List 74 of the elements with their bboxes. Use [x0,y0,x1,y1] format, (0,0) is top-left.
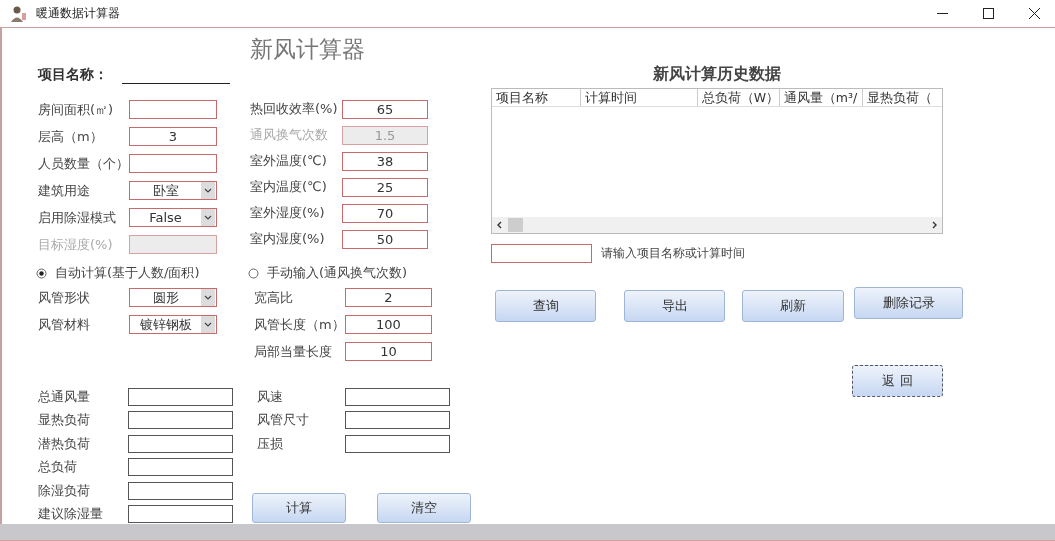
field-label: 风管材料 [38,315,91,334]
input-field[interactable]: 65 [342,99,428,119]
history-title: 新风计算历史数据 [652,64,782,85]
field-label: 目标湿度(%) [38,235,114,254]
field-label: 风管形状 [38,288,91,307]
input-field[interactable]: 70 [342,203,428,223]
input-field[interactable]: 2 [345,288,432,307]
input-field[interactable]: 3 [129,127,217,146]
caret-icon [201,289,215,306]
result-label: 除湿负荷 [38,481,91,500]
dropdown[interactable]: 圆形 [129,288,217,307]
result-label: 总负荷 [38,458,78,477]
result-label: 总通风量 [38,387,91,406]
field-label: 宽高比 [254,288,294,307]
dropdown-value: 卧室 [151,181,180,200]
input-field[interactable]: 38 [342,151,428,171]
field-label: 室内温度(℃) [250,178,328,196]
result-label: 显热负荷 [38,411,91,430]
field-label: 人员数量（个） [38,154,129,173]
dropdown[interactable]: 卧室 [129,181,217,200]
form-heading: 新风计算器 [250,35,366,64]
action-button[interactable]: 计算 [252,492,346,523]
input-field[interactable]: 10 [345,342,432,361]
field-label: 室外湿度(%) [250,204,326,222]
dropdown-value: 圆形 [151,288,180,307]
result-label: 风管尺寸 [257,411,310,430]
history-button[interactable]: 刷新 [742,290,844,322]
person-icon [10,4,28,23]
caret-icon [201,209,215,226]
field-label: 通风换气次数 [250,126,329,144]
history-button[interactable]: 查询 [495,290,596,322]
input-field[interactable]: 50 [342,229,428,249]
dropdown[interactable]: False [129,208,217,227]
column-header[interactable]: 计算时间 [581,89,698,106]
search-field[interactable] [491,244,592,263]
close-icon[interactable] [1029,8,1040,19]
back-button[interactable]: 返 回 [852,365,943,397]
input-field[interactable]: 100 [345,315,432,334]
window-title: 暖通数据计算器 [36,5,120,22]
field-label: 层高（m） [38,127,104,146]
result-label: 压损 [257,434,284,453]
search-hint: 请输入项目名称或计算时间 [601,245,745,262]
column-header[interactable]: 显热负荷（ [862,89,942,106]
dropdown-value: False [148,210,183,225]
dropdown-value: 镀锌钢板 [138,315,193,334]
result-label: 风速 [257,387,284,406]
field-label: 室外温度(℃) [250,152,328,170]
input-field[interactable] [129,100,217,119]
caret-icon [201,182,215,199]
input-field[interactable] [129,154,217,173]
field-label: 建筑用途 [38,181,91,200]
history-button[interactable]: 删除记录 [854,287,963,319]
field-label: 热回收效率(%) [250,100,339,118]
field-label: 局部当量长度 [254,342,333,361]
result-label: 建议除湿量 [38,505,104,524]
project-label: 项目名称： [38,66,109,84]
field-label: 房间面积(㎡) [38,100,115,119]
field-label: 风管长度（m） [254,315,345,334]
history-button[interactable]: 导出 [624,290,725,322]
radio-button[interactable]: 自动计算(基于人数/面积) [36,264,248,282]
scrollbar-thumb[interactable] [508,218,523,232]
field-label: 室内湿度(%) [250,230,326,248]
caret-icon [201,316,215,333]
horizontal-scrollbar[interactable] [492,217,942,233]
column-header[interactable]: 项目名称 [492,89,582,106]
radio-button[interactable]: 手动输入(通风换气次数) [248,264,460,282]
input-field[interactable]: 25 [342,177,428,197]
column-header[interactable]: 总负荷（W） [697,89,780,106]
result-label: 潜热负荷 [38,434,91,453]
action-button[interactable]: 清空 [377,492,471,523]
field-label: 启用除湿模式 [38,208,117,227]
column-header[interactable]: 通风量（m³/ [779,89,863,106]
maximize-icon[interactable] [983,8,994,19]
dropdown[interactable]: 镀锌钢板 [129,315,217,334]
